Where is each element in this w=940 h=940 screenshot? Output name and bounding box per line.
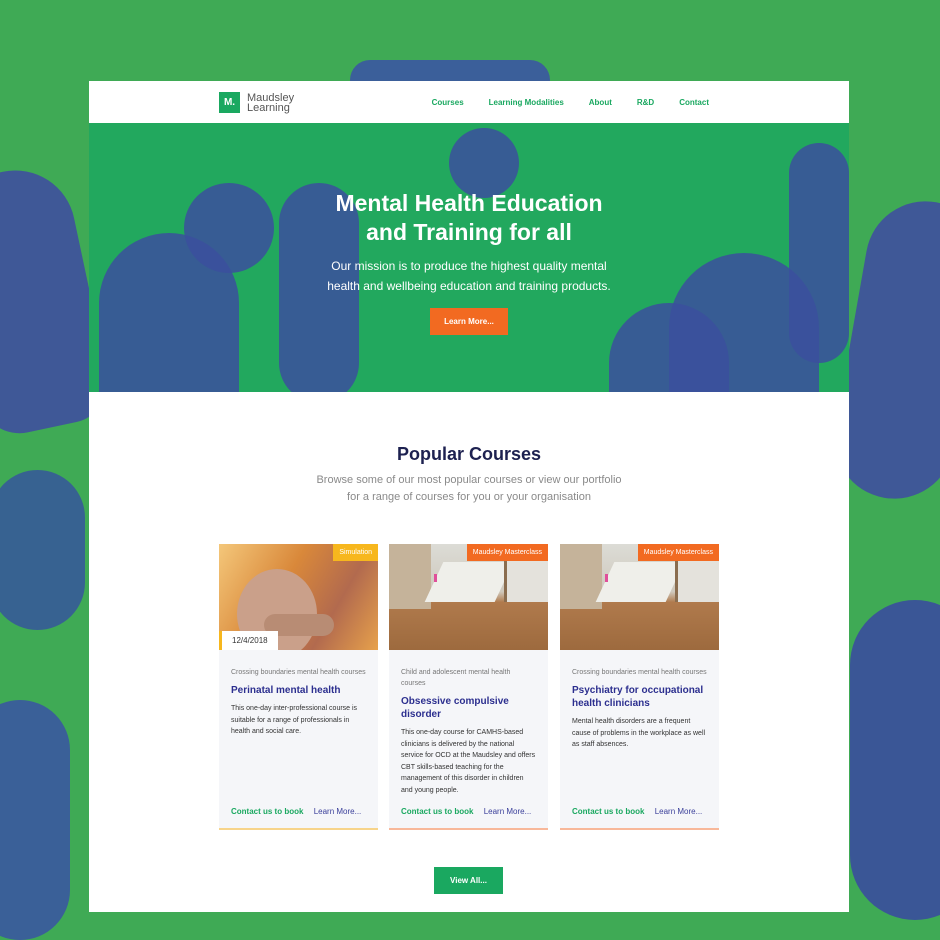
contact-to-book-link[interactable]: Contact us to book (231, 807, 303, 816)
website-page: M. Maudsley Learning Courses Learning Mo… (89, 81, 849, 912)
hero-subtitle-line1: Our mission is to produce the highest qu… (331, 259, 607, 273)
learn-more-link[interactable]: Learn More... (655, 807, 703, 816)
nav-learning-modalities[interactable]: Learning Modalities (489, 98, 564, 107)
brand-logo[interactable]: M. Maudsley Learning (219, 92, 294, 113)
background-figure (0, 700, 70, 940)
section-subtitle-line2: for a range of courses for you or your o… (347, 491, 591, 503)
nav-rd[interactable]: R&D (637, 98, 654, 107)
card-links: Contact us to book Learn More... (401, 807, 531, 816)
main-menu: Courses Learning Modalities About R&D Co… (407, 98, 709, 107)
image-detail (434, 574, 437, 582)
card-accent-bar (560, 828, 719, 830)
card-links: Contact us to book Learn More... (231, 807, 361, 816)
section-title: Popular Courses (396, 444, 542, 464)
nav-contact[interactable]: Contact (679, 98, 709, 107)
image-detail (595, 562, 685, 602)
nav-about[interactable]: About (589, 98, 612, 107)
course-description: This one-day inter-professional course i… (231, 705, 358, 735)
logo-name-line2: Learning (247, 101, 290, 114)
hero-title-line1: Mental Health Education (335, 190, 603, 216)
course-type-badge: Maudsley Masterclass (466, 544, 548, 561)
hero-title-line2: and Training for all (366, 219, 572, 245)
course-type-badge: Maudsley Masterclass (637, 544, 719, 561)
hero-subtitle-line2: health and wellbeing education and train… (327, 279, 611, 293)
logo-mark: M. (219, 92, 240, 113)
image-detail (424, 562, 514, 602)
course-type-badge: Simulation (333, 544, 378, 561)
image-detail (504, 554, 548, 602)
learn-more-link[interactable]: Learn More... (314, 807, 362, 816)
hero-title: Mental Health Education and Training for… (89, 189, 849, 247)
course-category: Crossing boundaries mental health course… (572, 669, 707, 676)
card-links: Contact us to book Learn More... (572, 807, 702, 816)
background-figure (0, 470, 85, 630)
course-image: Simulation 12/4/2018 (219, 544, 378, 650)
logo-text: Maudsley Learning (247, 91, 295, 114)
course-category: Child and adolescent mental health cours… (401, 669, 511, 687)
course-image: Maudsley Masterclass (389, 544, 548, 650)
course-date: 12/4/2018 (219, 631, 278, 650)
section-subtitle-line1: Browse some of our most popular courses … (316, 474, 622, 486)
hero-banner: Mental Health Education and Training for… (89, 123, 849, 392)
image-detail (675, 554, 719, 602)
contact-to-book-link[interactable]: Contact us to book (401, 807, 473, 816)
course-image: Maudsley Masterclass (560, 544, 719, 650)
section-subtitle: Browse some of our most popular courses … (89, 472, 849, 506)
course-category: Crossing boundaries mental health course… (231, 669, 366, 676)
course-title[interactable]: Perinatal mental health (231, 684, 366, 697)
logo-name-line1: Maudsley (247, 91, 295, 104)
learn-more-button[interactable]: Learn More... (430, 308, 508, 335)
background-figure (850, 600, 940, 920)
card-accent-bar (219, 828, 378, 830)
hero-subtitle: Our mission is to produce the highest qu… (89, 256, 849, 296)
image-detail (605, 574, 608, 582)
view-all-button[interactable]: View All... (434, 867, 503, 894)
course-card[interactable]: Maudsley Masterclass Child and adolescen… (389, 544, 548, 830)
course-card[interactable]: Simulation 12/4/2018 Crossing boundaries… (219, 544, 378, 830)
course-description: Mental health disorders are a frequent c… (572, 718, 706, 748)
nav-courses[interactable]: Courses (432, 98, 464, 107)
course-title[interactable]: Psychiatry for occupational health clini… (572, 684, 707, 710)
contact-to-book-link[interactable]: Contact us to book (572, 807, 644, 816)
top-navbar: M. Maudsley Learning Courses Learning Mo… (89, 81, 849, 123)
learn-more-link[interactable]: Learn More... (484, 807, 532, 816)
course-card[interactable]: Maudsley Masterclass Crossing boundaries… (560, 544, 719, 830)
card-accent-bar (389, 828, 548, 830)
course-description: This one-day course for CAMHS-based clin… (401, 729, 536, 794)
course-title[interactable]: Obsessive compulsive disorder (401, 695, 536, 721)
hero-content: Mental Health Education and Training for… (89, 123, 849, 335)
